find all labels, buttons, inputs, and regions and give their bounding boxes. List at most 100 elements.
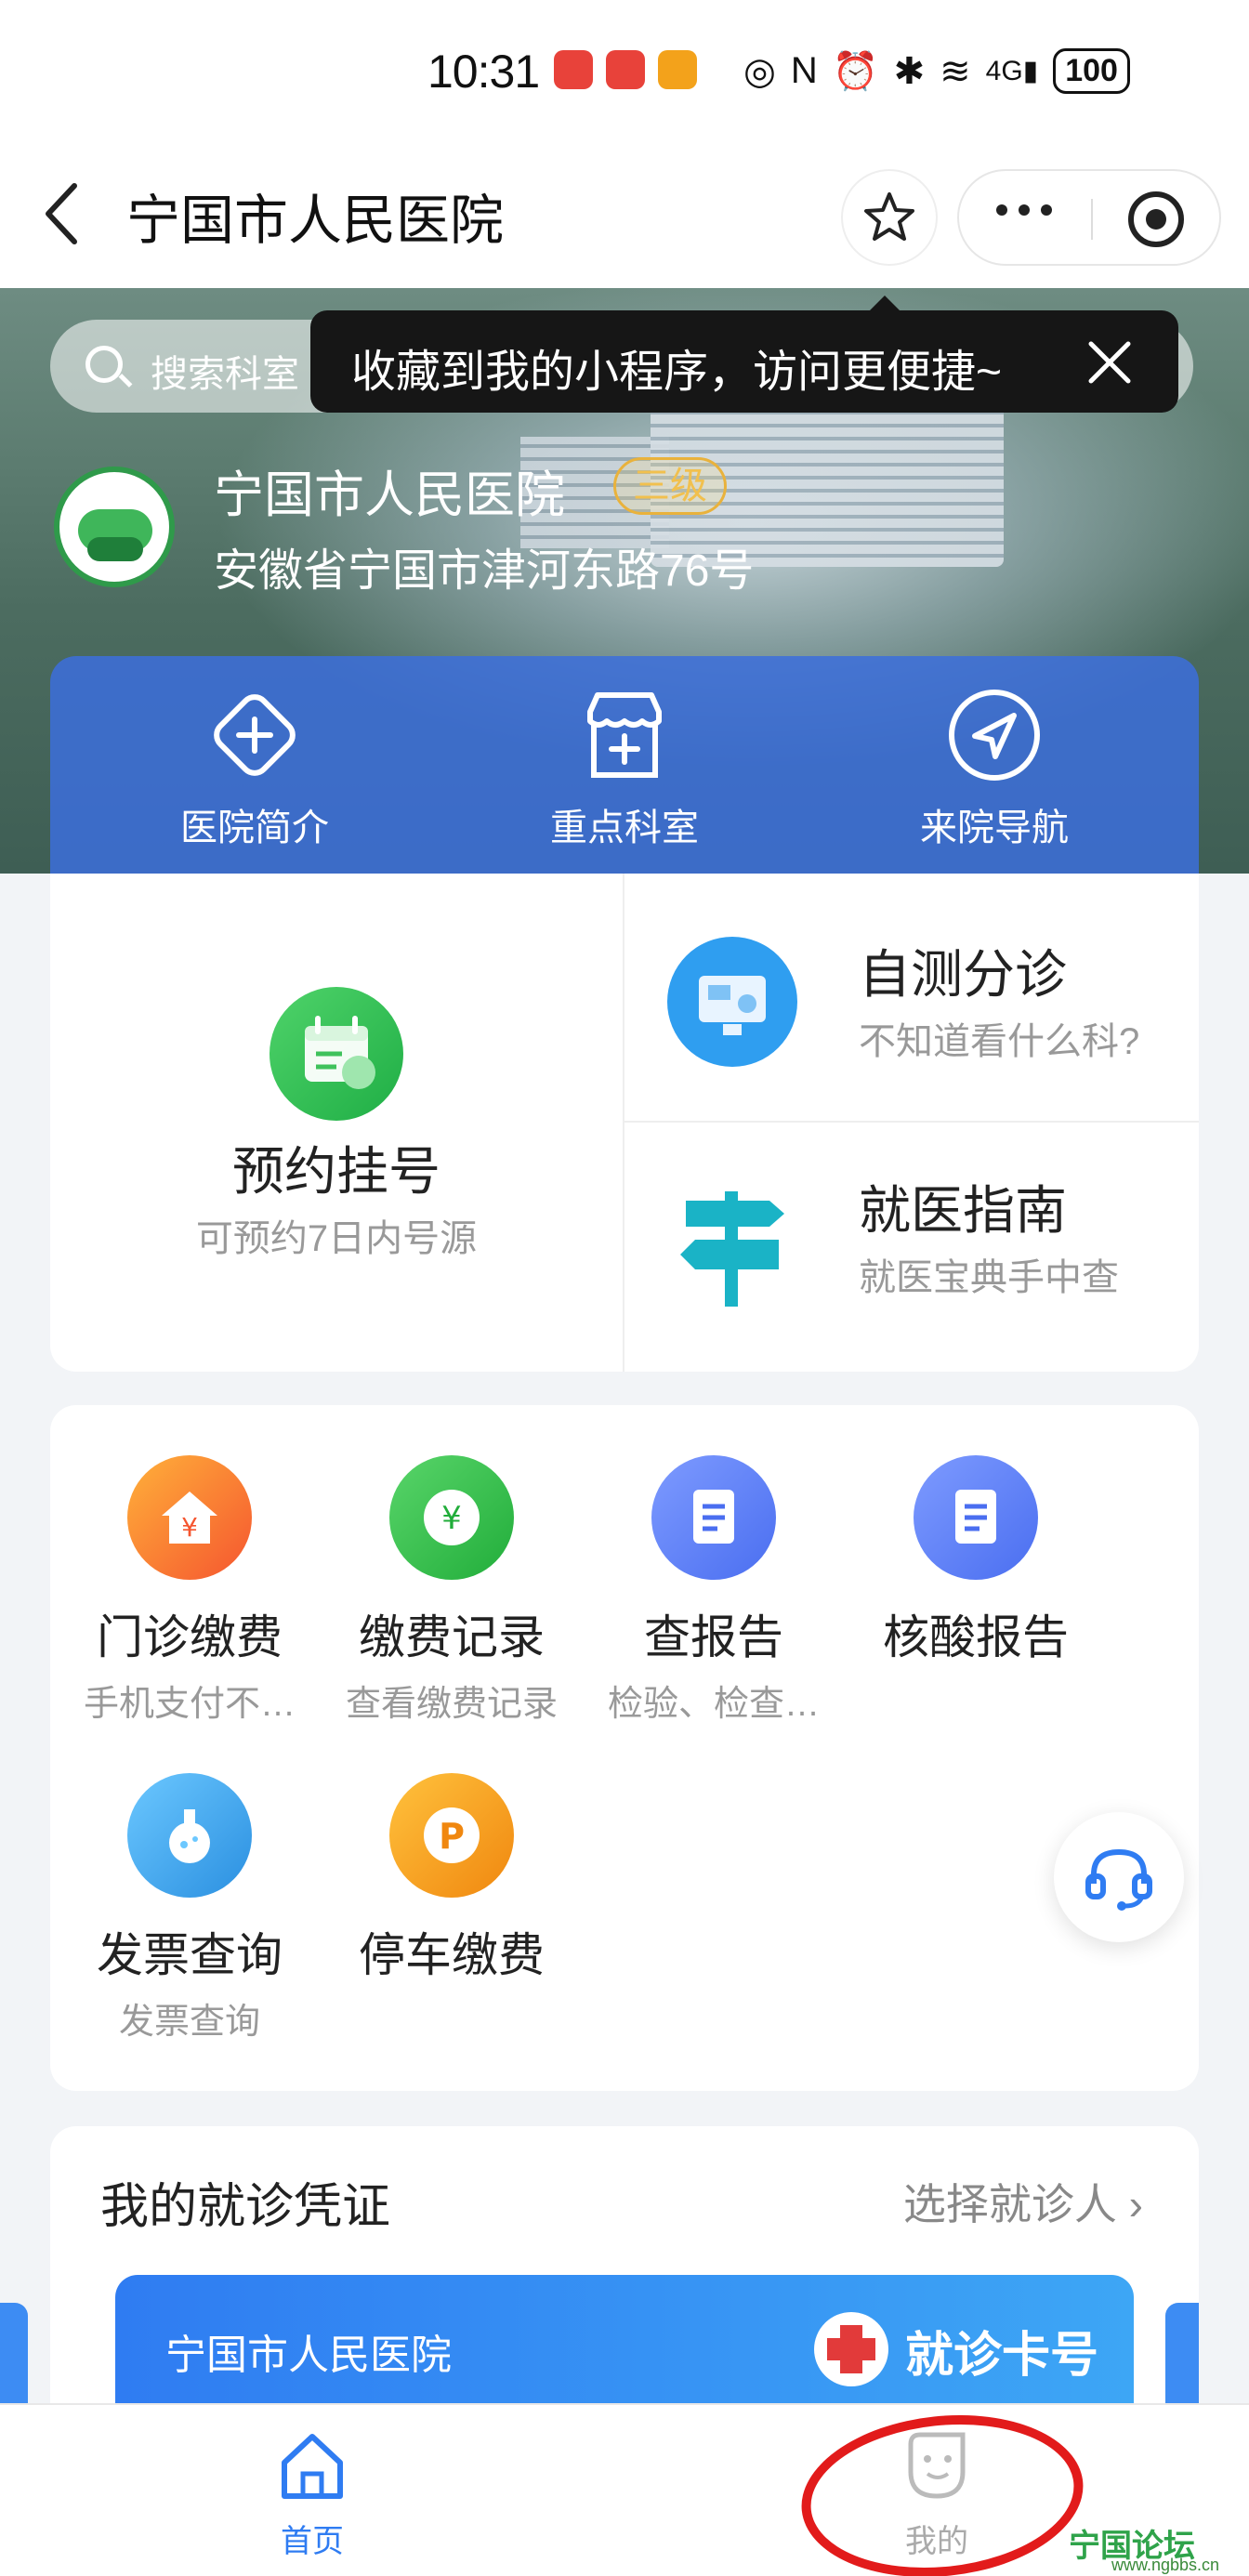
registration-title: 预约挂号 xyxy=(232,1142,440,1201)
svg-text:P: P xyxy=(439,1816,465,1857)
chevron-left-icon xyxy=(46,183,77,244)
miniprogram-capsule xyxy=(957,169,1221,266)
svg-text:¥: ¥ xyxy=(441,1500,462,1537)
app-notification-icon xyxy=(554,50,593,89)
navigation-icon xyxy=(943,684,1045,786)
status-time: 10:31 xyxy=(427,46,540,98)
store-icon xyxy=(573,684,676,786)
signpost-icon xyxy=(667,1182,797,1312)
status-app-icons xyxy=(554,50,697,89)
tab-label: 首页 xyxy=(281,2524,344,2559)
quick-actions-bar: 医院简介 重点科室 来院导航 xyxy=(50,656,1199,874)
more-button[interactable] xyxy=(996,204,1052,216)
quick-action-navigation[interactable]: 来院导航 xyxy=(864,684,1124,851)
house-yen-icon: ¥ xyxy=(127,1455,252,1580)
nav-bar: 宁国市人民医院 xyxy=(0,149,1249,288)
service-title: 核酸报告 xyxy=(883,1611,1069,1663)
monitor-icon xyxy=(667,937,797,1067)
medical-cross-icon xyxy=(814,2312,888,2386)
yen-coin-icon: ¥ xyxy=(389,1455,514,1580)
quick-action-key-departments[interactable]: 重点科室 xyxy=(494,684,755,851)
close-icon[interactable] xyxy=(1082,335,1137,390)
signal-icon: 4G▮ xyxy=(985,56,1039,86)
favorite-button[interactable] xyxy=(841,169,938,266)
capsule-divider xyxy=(1091,199,1093,240)
service-subtitle: 手机支付不… xyxy=(83,1685,296,1724)
quick-action-label: 医院简介 xyxy=(180,808,329,848)
carousel-prev-card[interactable] xyxy=(0,2303,28,2405)
star-icon xyxy=(864,192,914,241)
visit-card[interactable]: 宁国市人民医院 就诊卡号 xyxy=(115,2275,1134,2405)
app-notification-icon xyxy=(658,50,697,89)
select-patient-label: 选择就诊人 xyxy=(902,2180,1117,2228)
service-parking-payment[interactable]: P 停车缴费 xyxy=(322,1773,582,1992)
dot-icon xyxy=(1019,204,1030,216)
close-miniprogram-button[interactable] xyxy=(1128,191,1184,247)
hospital-name: 宁国市人民医院 xyxy=(214,467,565,523)
visit-card-hospital: 宁国市人民医院 xyxy=(165,2333,452,2378)
quick-action-hospital-intro[interactable]: 医院简介 xyxy=(125,684,385,851)
dot-icon xyxy=(996,204,1007,216)
hospital-address: 安徽省宁国市津河东路76号 xyxy=(214,546,755,596)
plus-diamond-icon xyxy=(204,684,306,786)
page-title: 宁国市人民医院 xyxy=(126,191,505,251)
hospital-logo xyxy=(54,467,175,587)
alarm-icon: ⏰ xyxy=(832,51,879,92)
hospital-level-badge: 三级 xyxy=(613,457,727,515)
select-patient-link[interactable]: 选择就诊人 › xyxy=(903,2171,1143,2232)
service-invoice-query[interactable]: 发票查询 发票查询 xyxy=(59,1773,320,2044)
registration-tile[interactable]: 预约挂号 可预约7日内号源 xyxy=(50,874,623,1372)
feature-subtitle: 不知道看什么科? xyxy=(859,1021,1140,1062)
bluetooth-icon: ✱ xyxy=(893,50,926,92)
network-type: 4G xyxy=(985,56,1023,86)
document-icon xyxy=(914,1455,1038,1580)
search-icon xyxy=(85,346,123,383)
dot-icon xyxy=(1041,204,1052,216)
parking-icon: P xyxy=(389,1773,514,1898)
forum-watermark-url: www.ngbbs.cn xyxy=(1111,2556,1220,2574)
svg-text:¥: ¥ xyxy=(181,1512,198,1543)
service-outpatient-payment[interactable]: ¥ 门诊缴费 手机支付不… xyxy=(59,1455,320,1726)
service-title: 门诊缴费 xyxy=(97,1611,283,1663)
wifi-icon: ≋ xyxy=(940,50,971,92)
main-features-card: 预约挂号 可预约7日内号源 自测分诊 不知道看什么科? 就医指南 就医宝典手中查 xyxy=(50,874,1199,1372)
status-bar: 10:31 ◎ N ⏰ ✱ ≋ 4G▮ 100 xyxy=(0,0,1249,149)
service-title: 停车缴费 xyxy=(359,1929,545,1981)
services-card: ¥ 门诊缴费 手机支付不… ¥ 缴费记录 查看缴费记录 查报告 检验、检查… 核… xyxy=(50,1405,1199,2091)
quick-action-label: 来院导航 xyxy=(920,808,1069,848)
app-notification-icon xyxy=(606,50,645,89)
hotspot-icon: ◎ xyxy=(743,50,776,92)
battery-indicator: 100 xyxy=(1053,48,1130,94)
customer-service-button[interactable] xyxy=(1054,1812,1184,1942)
flask-icon xyxy=(127,1773,252,1898)
carousel-next-card[interactable] xyxy=(1165,2303,1199,2405)
tab-home[interactable]: 首页 xyxy=(219,2425,405,2561)
nfc-icon: N xyxy=(790,50,818,91)
feature-subtitle: 就医宝典手中查 xyxy=(859,1257,1119,1298)
calendar-icon xyxy=(270,987,403,1121)
visit-card-label: 就诊卡号 xyxy=(905,2329,1099,2383)
credential-title: 我的就诊凭证 xyxy=(100,2180,391,2234)
service-title: 发票查询 xyxy=(97,1929,283,1981)
service-title: 缴费记录 xyxy=(359,1611,545,1663)
feature-title: 自测分诊 xyxy=(859,945,1067,1004)
favorite-tooltip: 收藏到我的小程序，访问更便捷~ xyxy=(310,296,1178,413)
service-subtitle: 发票查询 xyxy=(118,2003,260,2042)
service-payment-records[interactable]: ¥ 缴费记录 查看缴费记录 xyxy=(322,1455,582,1726)
credential-card: 我的就诊凭证 选择就诊人 › 宁国市人民医院 就诊卡号 xyxy=(50,2126,1199,2405)
back-button[interactable] xyxy=(37,177,93,251)
self-triage-tile[interactable]: 自测分诊 不知道看什么科? xyxy=(624,874,1199,1121)
feature-title: 就医指南 xyxy=(859,1181,1067,1240)
document-icon xyxy=(651,1455,776,1580)
home-icon xyxy=(282,2434,343,2499)
medical-guide-tile[interactable]: 就医指南 就医宝典手中查 xyxy=(624,1123,1199,1370)
service-subtitle: 检验、检查… xyxy=(607,1685,820,1724)
quick-action-label: 重点科室 xyxy=(550,808,699,848)
chevron-right-icon: › xyxy=(1116,2180,1143,2228)
service-nucleic-acid-report[interactable]: 核酸报告 xyxy=(846,1455,1106,1675)
service-title: 查报告 xyxy=(644,1611,783,1663)
search-placeholder: 搜索科室 xyxy=(151,354,299,395)
tooltip-text: 收藏到我的小程序，访问更便捷~ xyxy=(351,348,1003,397)
service-check-report[interactable]: 查报告 检验、检查… xyxy=(584,1455,844,1726)
service-subtitle: 查看缴费记录 xyxy=(345,1685,558,1724)
